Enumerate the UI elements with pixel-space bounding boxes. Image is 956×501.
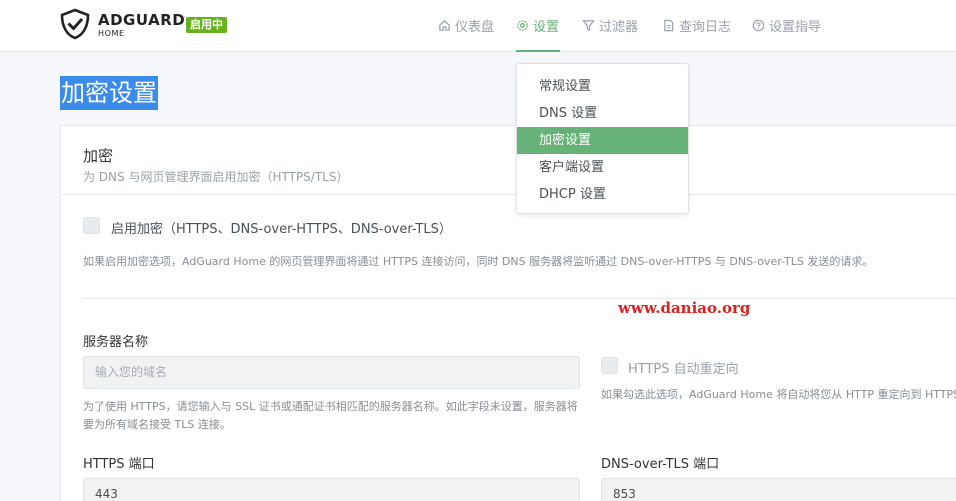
brand-subtitle: HOME	[98, 29, 125, 38]
menu-item-general-settings[interactable]: 常规设置	[517, 73, 688, 100]
card-title: 加密	[83, 147, 114, 165]
https-redirect-checkbox[interactable]	[601, 357, 618, 374]
page-title: 加密设置	[60, 76, 158, 110]
watermark-text: www.daniao.org	[618, 299, 751, 317]
gear-icon	[517, 20, 528, 31]
menu-item-encryption-settings[interactable]: 加密设置	[517, 127, 688, 154]
nav-query-log-label: 查询日志	[679, 20, 732, 35]
https-redirect-label[interactable]: HTTPS 自动重定向	[628, 358, 739, 377]
dot-port-input[interactable]: 853	[601, 478, 956, 501]
nav-setup-guide-label: 设置指导	[769, 20, 822, 35]
nav-filters[interactable]: 过滤器	[582, 16, 638, 35]
card-header: 加密 为 DNS 与网页管理界面启用加密（HTTPS/TLS）	[61, 126, 956, 195]
help-circle-icon	[752, 19, 765, 32]
filter-icon	[582, 20, 595, 32]
top-header: ADGUARD HOME 启用中 仪表盘 设置 过滤器 查询日志 设置指导	[0, 0, 956, 52]
https-port-input[interactable]: 443	[83, 478, 580, 501]
card-subtitle: 为 DNS 与网页管理界面启用加密（HTTPS/TLS）	[83, 170, 349, 184]
nav-settings-label: 设置	[533, 20, 560, 35]
nav-query-log[interactable]: 查询日志	[662, 16, 731, 35]
server-name-label: 服务器名称	[83, 335, 149, 350]
nav-settings[interactable]: 设置	[516, 16, 559, 35]
https-port-label: HTTPS 端口	[83, 457, 155, 472]
menu-item-dns-settings[interactable]: DNS 设置	[517, 100, 688, 127]
status-badge: 启用中	[186, 17, 227, 33]
menu-item-dhcp-settings[interactable]: DHCP 设置	[517, 181, 688, 208]
document-icon	[664, 19, 674, 32]
brand-name: ADGUARD	[98, 11, 186, 29]
enable-encryption-note: 如果启用加密选项，AdGuard Home 的网页管理界面将通过 HTTPS 连…	[83, 255, 874, 268]
dot-port-label: DNS-over-TLS 端口	[601, 457, 720, 472]
nav-dashboard-label: 仪表盘	[455, 20, 495, 35]
home-icon	[439, 20, 450, 31]
enable-encryption-label[interactable]: 启用加密（HTTPS、DNS-over-HTTPS、DNS-over-TLS）	[111, 218, 452, 237]
nav-setup-guide[interactable]: 设置指导	[752, 16, 821, 35]
server-name-input[interactable]: 输入您的域名	[83, 356, 580, 389]
settings-dropdown-menu: 常规设置 DNS 设置 加密设置 客户端设置 DHCP 设置	[516, 63, 689, 214]
menu-item-client-settings[interactable]: 客户端设置	[517, 154, 688, 181]
nav-filters-label: 过滤器	[599, 20, 639, 35]
encryption-card: 加密 为 DNS 与网页管理界面启用加密（HTTPS/TLS） 启用加密（HTT…	[60, 125, 956, 501]
active-nav-indicator	[516, 50, 560, 52]
adguard-shield-logo[interactable]	[59, 8, 91, 40]
https-redirect-note: 如果勾选此选项，AdGuard Home 将自动将您从 HTTP 重定向到 HT…	[601, 388, 956, 401]
server-name-note: 为了使用 HTTPS，请您输入与 SSL 证书或通配证书相匹配的服务器名称。如此…	[83, 400, 578, 431]
section-divider	[83, 298, 956, 299]
enable-encryption-checkbox[interactable]	[83, 217, 100, 234]
nav-dashboard[interactable]: 仪表盘	[438, 16, 494, 35]
